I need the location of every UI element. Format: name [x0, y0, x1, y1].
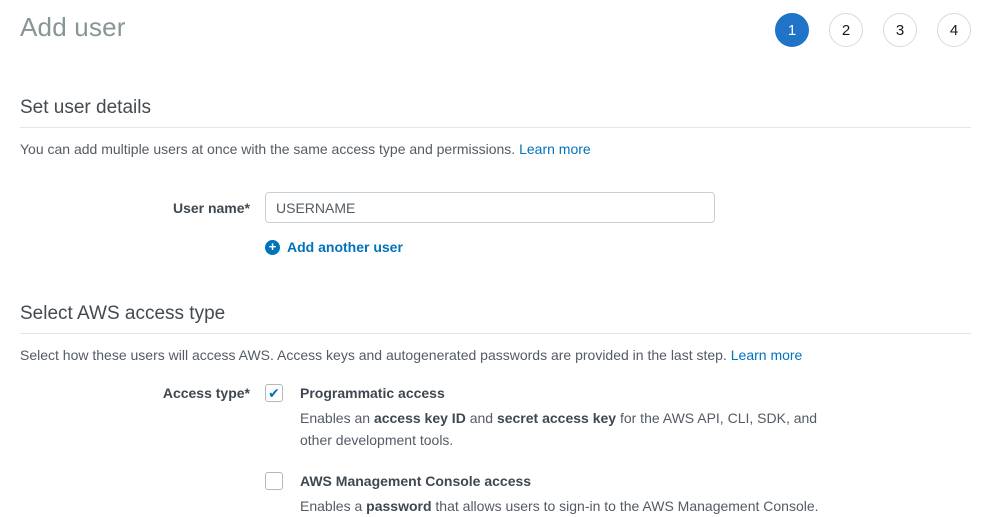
access-type-heading: Select AWS access type: [20, 303, 971, 334]
access-type-learn-more-link[interactable]: Learn more: [731, 347, 803, 363]
step-indicator-4: 4: [937, 13, 971, 47]
page-title: Add user: [20, 12, 126, 42]
access-type-intro-text: Select how these users will access AWS. …: [20, 347, 727, 363]
page-header: Add user 1 2 3 4: [20, 0, 971, 62]
step-indicator-3: 3: [883, 13, 917, 47]
user-details-intro-text: You can add multiple users at once with …: [20, 141, 516, 157]
add-another-user-label: Add another user: [287, 239, 403, 255]
user-details-learn-more-link[interactable]: Learn more: [519, 141, 591, 157]
username-label: User name*: [172, 200, 250, 216]
user-details-intro: You can add multiple users at once with …: [20, 140, 971, 158]
step-indicator-1: 1: [775, 13, 809, 47]
console-access-title: AWS Management Console access: [300, 473, 532, 489]
console-access-description: Enables a password that allows users to …: [300, 498, 819, 514]
console-access-checkbox[interactable]: [265, 472, 283, 490]
access-type-label: Access type*: [162, 385, 250, 401]
add-user-page: Add user 1 2 3 4 Set user details You ca…: [0, 0, 991, 514]
step-indicator-2: 2: [829, 13, 863, 47]
add-another-user-button[interactable]: + Add another user: [265, 239, 403, 255]
checkmark-icon: ✔: [268, 385, 280, 401]
programmatic-access-title: Programmatic access: [300, 385, 445, 401]
option-console-access: AWS Management Console access Enables a …: [265, 472, 840, 517]
username-field-wrap: [265, 192, 715, 223]
add-another-row: + Add another user: [20, 238, 971, 256]
user-details-heading: Set user details: [20, 97, 971, 128]
username-row: User name*: [20, 192, 971, 223]
access-type-intro: Select how these users will access AWS. …: [20, 346, 971, 364]
option-programmatic-access: ✔ Programmatic access Enables an access …: [265, 384, 840, 451]
programmatic-access-checkbox[interactable]: ✔: [265, 384, 283, 402]
programmatic-access-description: Enables an access key ID and secret acce…: [300, 410, 818, 448]
plus-circle-icon: +: [265, 239, 280, 255]
wizard-step-indicator: 1 2 3 4: [775, 13, 971, 47]
user-details-section: Set user details You can add multiple us…: [20, 97, 971, 256]
access-type-row: Access type* ✔ Programmatic access Enabl…: [20, 384, 971, 517]
access-type-section: Select AWS access type Select how these …: [20, 303, 971, 517]
username-input[interactable]: [265, 192, 715, 223]
